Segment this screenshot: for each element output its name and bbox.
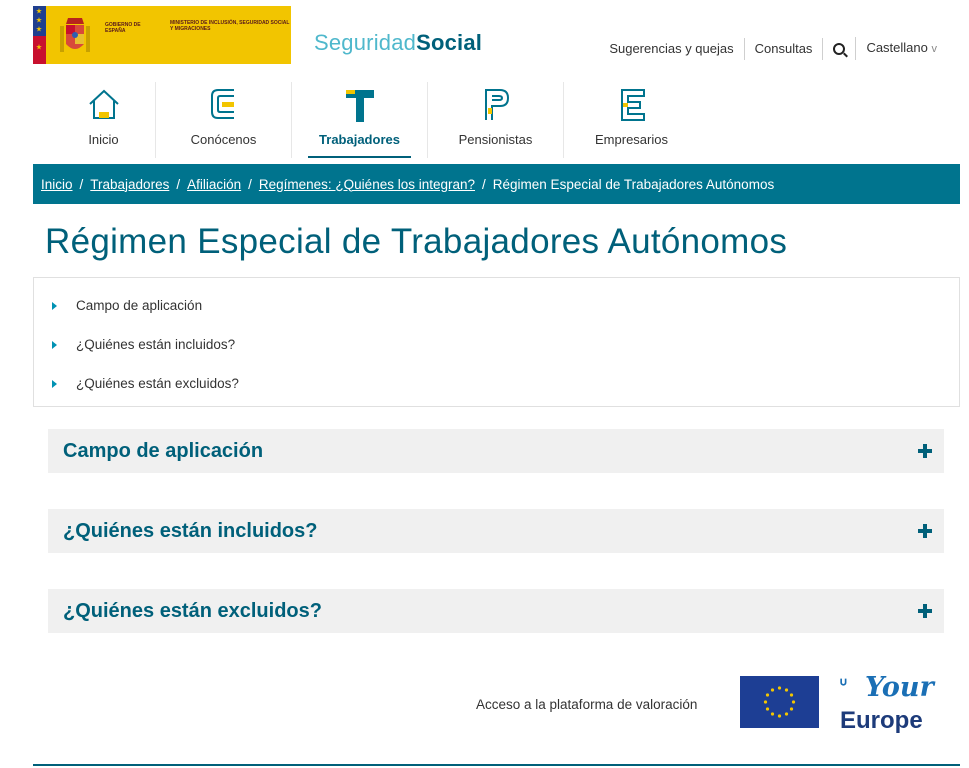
- breadcrumb-trabajadores[interactable]: Trabajadores: [90, 177, 169, 192]
- coat-of-arms-icon: [60, 18, 90, 52]
- page-title: Régimen Especial de Trabajadores Autónom…: [45, 222, 788, 261]
- index-link-excluidos[interactable]: ¿Quiénes están excluidos?: [52, 376, 239, 391]
- consultas-link[interactable]: Consultas: [743, 37, 823, 60]
- language-label: Castellano: [866, 40, 928, 55]
- accordion-title: Campo de aplicación: [63, 440, 264, 462]
- eu-flag-icon[interactable]: [740, 676, 819, 728]
- breadcrumb-separator: /: [79, 176, 84, 192]
- breadcrumb-separator: /: [176, 176, 181, 192]
- search-icon: [833, 42, 846, 55]
- brand-logo[interactable]: SeguridadSocial: [314, 30, 482, 56]
- your-europe-top: Your: [865, 672, 934, 703]
- nav-label: Conócenos: [190, 132, 257, 147]
- your-europe-logo[interactable]: ᐡ Your Europe: [837, 672, 947, 736]
- accordion-excluidos[interactable]: ¿Quiénes están excluidos?: [48, 589, 944, 633]
- letter-t-icon: [345, 90, 374, 122]
- breadcrumb-separator: /: [248, 176, 252, 192]
- valoracion-link[interactable]: Acceso a la plataforma de valoración: [476, 697, 697, 712]
- nav-label: Trabajadores: [319, 132, 400, 147]
- smile-icon: ᐡ: [839, 674, 848, 699]
- nav-item-pensionistas[interactable]: Pensionistas: [427, 82, 563, 158]
- index-link-label: ¿Quiénes están incluidos?: [76, 337, 236, 352]
- caret-right-icon: [52, 301, 57, 310]
- nav-item-empresarios[interactable]: Empresarios: [563, 82, 699, 158]
- caret-right-icon: [52, 340, 57, 349]
- caret-right-icon: [52, 379, 57, 388]
- nav-label: Pensionistas: [458, 132, 533, 147]
- letter-p-icon: [484, 89, 509, 120]
- breadcrumb: Inicio / Trabajadores / Afiliación / Reg…: [33, 164, 960, 204]
- letter-c-icon: [210, 89, 234, 119]
- your-europe-bottom: Europe: [840, 707, 923, 734]
- index-link-label: Campo de aplicación: [76, 298, 203, 313]
- nav-item-trabajadores[interactable]: Trabajadores: [291, 82, 427, 158]
- nav-item-conocenos[interactable]: Conócenos: [155, 82, 291, 158]
- breadcrumb-afiliacion[interactable]: Afiliación: [187, 177, 241, 192]
- site-header: GOBIERNO DE ESPAÑA MINISTERIO DE INCLUSI…: [0, 0, 969, 70]
- accordion-title: ¿Quiénes están incluidos?: [63, 520, 318, 542]
- nav-label: Empresarios: [595, 132, 668, 147]
- letter-e-icon: [620, 89, 645, 121]
- main-nav: Inicio Conócenos Trabajadores Pensionist…: [52, 82, 699, 158]
- breadcrumb-regimenes[interactable]: Regímenes: ¿Quiénes los integran?: [259, 177, 475, 192]
- index-link-label: ¿Quiénes están excluidos?: [76, 376, 239, 391]
- ministry-label: MINISTERIO DE INCLUSIÓN, SEGURIDAD SOCIA…: [170, 20, 290, 32]
- breadcrumb-inicio[interactable]: Inicio: [41, 177, 73, 192]
- spain-flag-strip: [33, 6, 46, 64]
- accordion-title: ¿Quiénes están excluidos?: [63, 600, 322, 622]
- gov-label: GOBIERNO DE ESPAÑA: [105, 22, 141, 34]
- accordion-campo[interactable]: Campo de aplicación: [48, 429, 944, 473]
- brand-light: Seguridad: [314, 30, 417, 55]
- government-logo[interactable]: GOBIERNO DE ESPAÑA MINISTERIO DE INCLUSI…: [33, 6, 291, 64]
- chevron-down-icon: v: [931, 43, 938, 55]
- nav-label: Inicio: [88, 132, 119, 147]
- brand-bold: Social: [416, 30, 483, 55]
- language-selector[interactable]: Castellano v: [855, 37, 947, 60]
- plus-icon[interactable]: [918, 524, 932, 538]
- house-icon: [88, 89, 119, 119]
- top-links: Sugerencias y quejas Consultas Castellan…: [599, 37, 947, 60]
- sugerencias-link[interactable]: Sugerencias y quejas: [599, 38, 743, 60]
- plus-icon[interactable]: [918, 604, 932, 618]
- search-button[interactable]: [822, 37, 855, 60]
- page-index: Campo de aplicación ¿Quiénes están inclu…: [33, 277, 960, 407]
- breadcrumb-current: Régimen Especial de Trabajadores Autónom…: [492, 176, 775, 192]
- nav-item-inicio[interactable]: Inicio: [52, 82, 155, 158]
- index-link-incluidos[interactable]: ¿Quiénes están incluidos?: [52, 337, 235, 352]
- accordion-incluidos[interactable]: ¿Quiénes están incluidos?: [48, 509, 944, 553]
- index-link-campo[interactable]: Campo de aplicación: [52, 298, 202, 313]
- bottom-divider: [33, 764, 960, 766]
- breadcrumb-separator: /: [482, 176, 486, 192]
- plus-icon[interactable]: [918, 444, 932, 458]
